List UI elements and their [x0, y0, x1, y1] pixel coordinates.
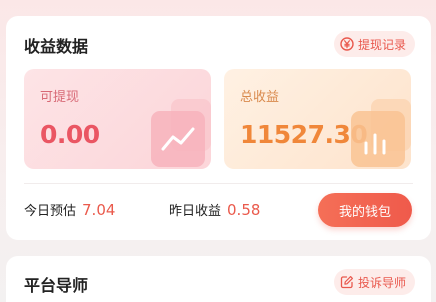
today-estimate: 今日预估 7.04 — [24, 200, 115, 219]
withdrawable-tile[interactable]: 可提现 0.00 — [24, 69, 211, 169]
bar-chart-icon — [351, 99, 411, 167]
yuan-coin-icon — [340, 37, 355, 52]
today-estimate-value: 7.04 — [82, 201, 116, 219]
earnings-card: 收益数据 提现记录 可提现 0.00 总收益 11527.30 今日预估 7.0… — [6, 16, 431, 240]
today-estimate-label: 今日预估 — [24, 204, 77, 219]
total-earnings-label: 总收益 — [240, 90, 280, 105]
withdraw-record-label: 提现记录 — [357, 37, 406, 52]
withdrawable-value: 0.00 — [40, 120, 100, 149]
trend-chart-icon — [151, 99, 211, 167]
complain-mentor-button[interactable]: 投诉导师 — [333, 269, 415, 295]
mentor-title: 平台导师 — [24, 276, 89, 295]
total-earnings-tile[interactable]: 总收益 11527.30 — [224, 69, 411, 169]
my-wallet-button[interactable]: 我的钱包 — [318, 193, 412, 227]
yesterday-earnings: 昨日收益 0.58 — [169, 200, 260, 219]
yesterday-earnings-label: 昨日收益 — [169, 204, 222, 219]
yesterday-earnings-value: 0.58 — [227, 201, 261, 219]
edit-icon — [340, 275, 355, 290]
withdraw-record-button[interactable]: 提现记录 — [333, 31, 415, 57]
divider — [24, 183, 413, 184]
earnings-title: 收益数据 — [24, 37, 89, 56]
withdrawable-label: 可提现 — [40, 90, 80, 105]
mentor-card: 平台导师 投诉导师 — [6, 256, 431, 302]
complain-mentor-label: 投诉导师 — [357, 275, 406, 290]
